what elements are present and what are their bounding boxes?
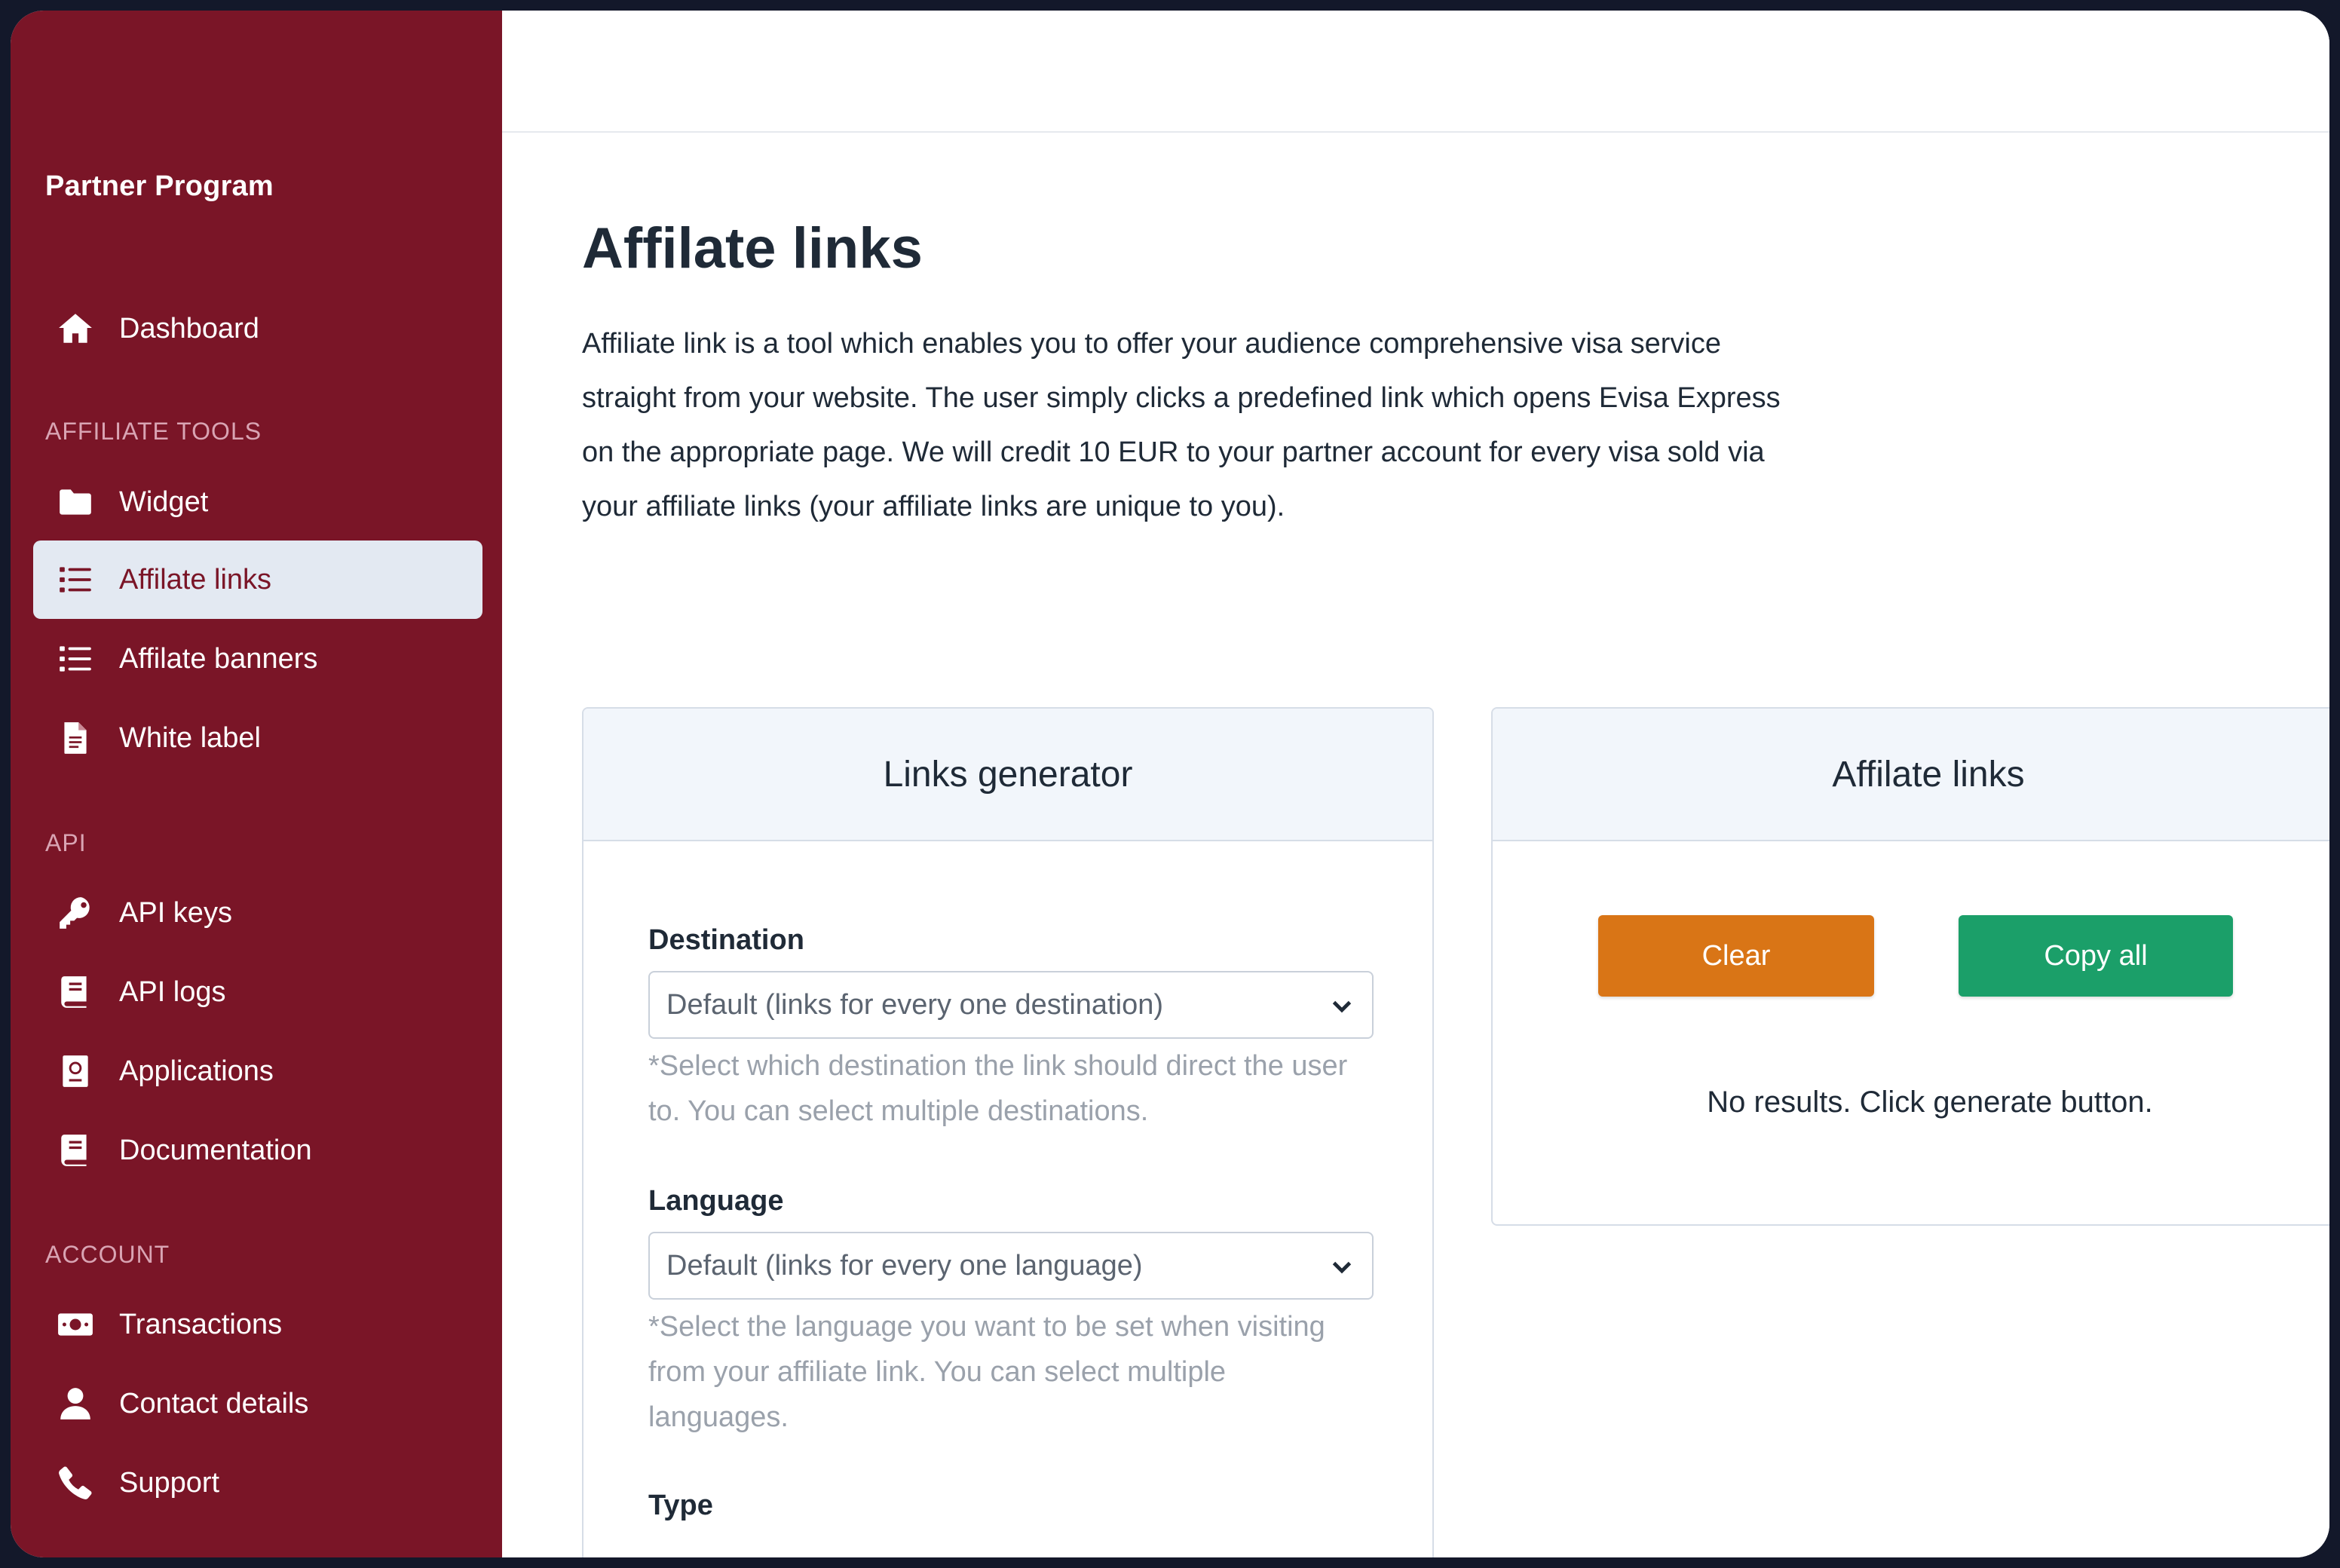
section-label-api: API	[45, 829, 87, 856]
sidebar-item-label: Documentation	[119, 1134, 312, 1166]
document-icon	[54, 717, 96, 759]
links-generator-header: Links generator	[583, 709, 1432, 841]
destination-select[interactable]: Default (links for every one destination…	[648, 971, 1374, 1039]
app-window: Partner Program Dashboard AFFILIATE TOOL…	[11, 11, 2329, 1557]
brand-title: Partner Program	[45, 170, 274, 202]
sidebar-item-label: API logs	[119, 975, 226, 1008]
sidebar-item-applications[interactable]: Applications	[33, 1032, 482, 1110]
sidebar-item-label: API keys	[119, 896, 232, 929]
type-label: Type	[648, 1490, 713, 1521]
sidebar-item-label: Support	[119, 1466, 220, 1499]
intro-text: Affiliate link is a tool which enables y…	[582, 328, 1781, 522]
sidebar: Partner Program Dashboard AFFILIATE TOOL…	[11, 11, 502, 1557]
sidebar-item-label: Widget	[119, 485, 209, 518]
copy-all-button[interactable]: Copy all	[1959, 915, 2233, 997]
sidebar-item-label: Affilate links	[119, 563, 272, 596]
sidebar-item-affiliate-links[interactable]: Affilate links	[33, 541, 482, 619]
sidebar-item-widget[interactable]: Widget	[33, 463, 482, 541]
affiliate-links-header: Affilate links	[1493, 709, 2329, 841]
sidebar-item-api-keys[interactable]: API keys	[33, 874, 482, 952]
destination-label: Destination	[648, 924, 804, 956]
chevron-down-icon	[1328, 992, 1355, 1019]
clear-button[interactable]: Clear	[1598, 915, 1874, 997]
user-icon	[54, 1383, 96, 1425]
sidebar-item-label: Dashboard	[119, 312, 259, 345]
key-icon	[54, 892, 96, 934]
sidebar-item-label: Contact details	[119, 1387, 309, 1419]
sidebar-item-label: Transactions	[119, 1308, 283, 1340]
language-label: Language	[648, 1185, 784, 1217]
language-select-value: Default (links for every one language)	[666, 1249, 1143, 1282]
chevron-down-icon	[1328, 1253, 1355, 1280]
sidebar-item-support[interactable]: Support	[33, 1444, 482, 1522]
sidebar-item-label: Affilate banners	[119, 642, 318, 675]
page-title: Affilate links	[582, 216, 923, 280]
sidebar-item-documentation[interactable]: Documentation	[33, 1111, 482, 1190]
empty-state-text: No results. Click generate button.	[1707, 1086, 2153, 1119]
destination-help: *Select which destination the link shoul…	[648, 1050, 1348, 1127]
main-content: Affilate links Affiliate link is a tool …	[502, 11, 2329, 1557]
book-icon	[54, 1129, 96, 1171]
links-generator-card: Links generator Destination Default (lin…	[582, 707, 1434, 1557]
money-icon	[54, 1303, 96, 1346]
folder-icon	[54, 481, 96, 523]
sidebar-item-white-label[interactable]: White label	[33, 699, 482, 777]
sidebar-item-dashboard[interactable]: Dashboard	[33, 289, 482, 368]
sidebar-item-label: White label	[119, 721, 261, 754]
section-label-account: ACCOUNT	[45, 1241, 170, 1268]
destination-select-value: Default (links for every one destination…	[666, 988, 1163, 1021]
phone-icon	[54, 1462, 96, 1504]
sidebar-item-api-logs[interactable]: API logs	[33, 953, 482, 1031]
list-icon	[54, 559, 96, 601]
language-help: *Select the language you want to be set …	[648, 1311, 1325, 1433]
book-icon	[54, 971, 96, 1013]
sidebar-item-affiliate-banners[interactable]: Affilate banners	[33, 620, 482, 698]
sidebar-item-contact-details[interactable]: Contact details	[33, 1364, 482, 1443]
passport-icon	[54, 1050, 96, 1092]
sidebar-item-label: Applications	[119, 1055, 274, 1087]
list-icon	[54, 638, 96, 680]
sidebar-item-transactions[interactable]: Transactions	[33, 1285, 482, 1364]
home-icon	[54, 308, 96, 350]
top-bar	[502, 11, 2329, 133]
section-label-affiliate-tools: AFFILIATE TOOLS	[45, 418, 262, 445]
language-select[interactable]: Default (links for every one language)	[648, 1232, 1374, 1300]
